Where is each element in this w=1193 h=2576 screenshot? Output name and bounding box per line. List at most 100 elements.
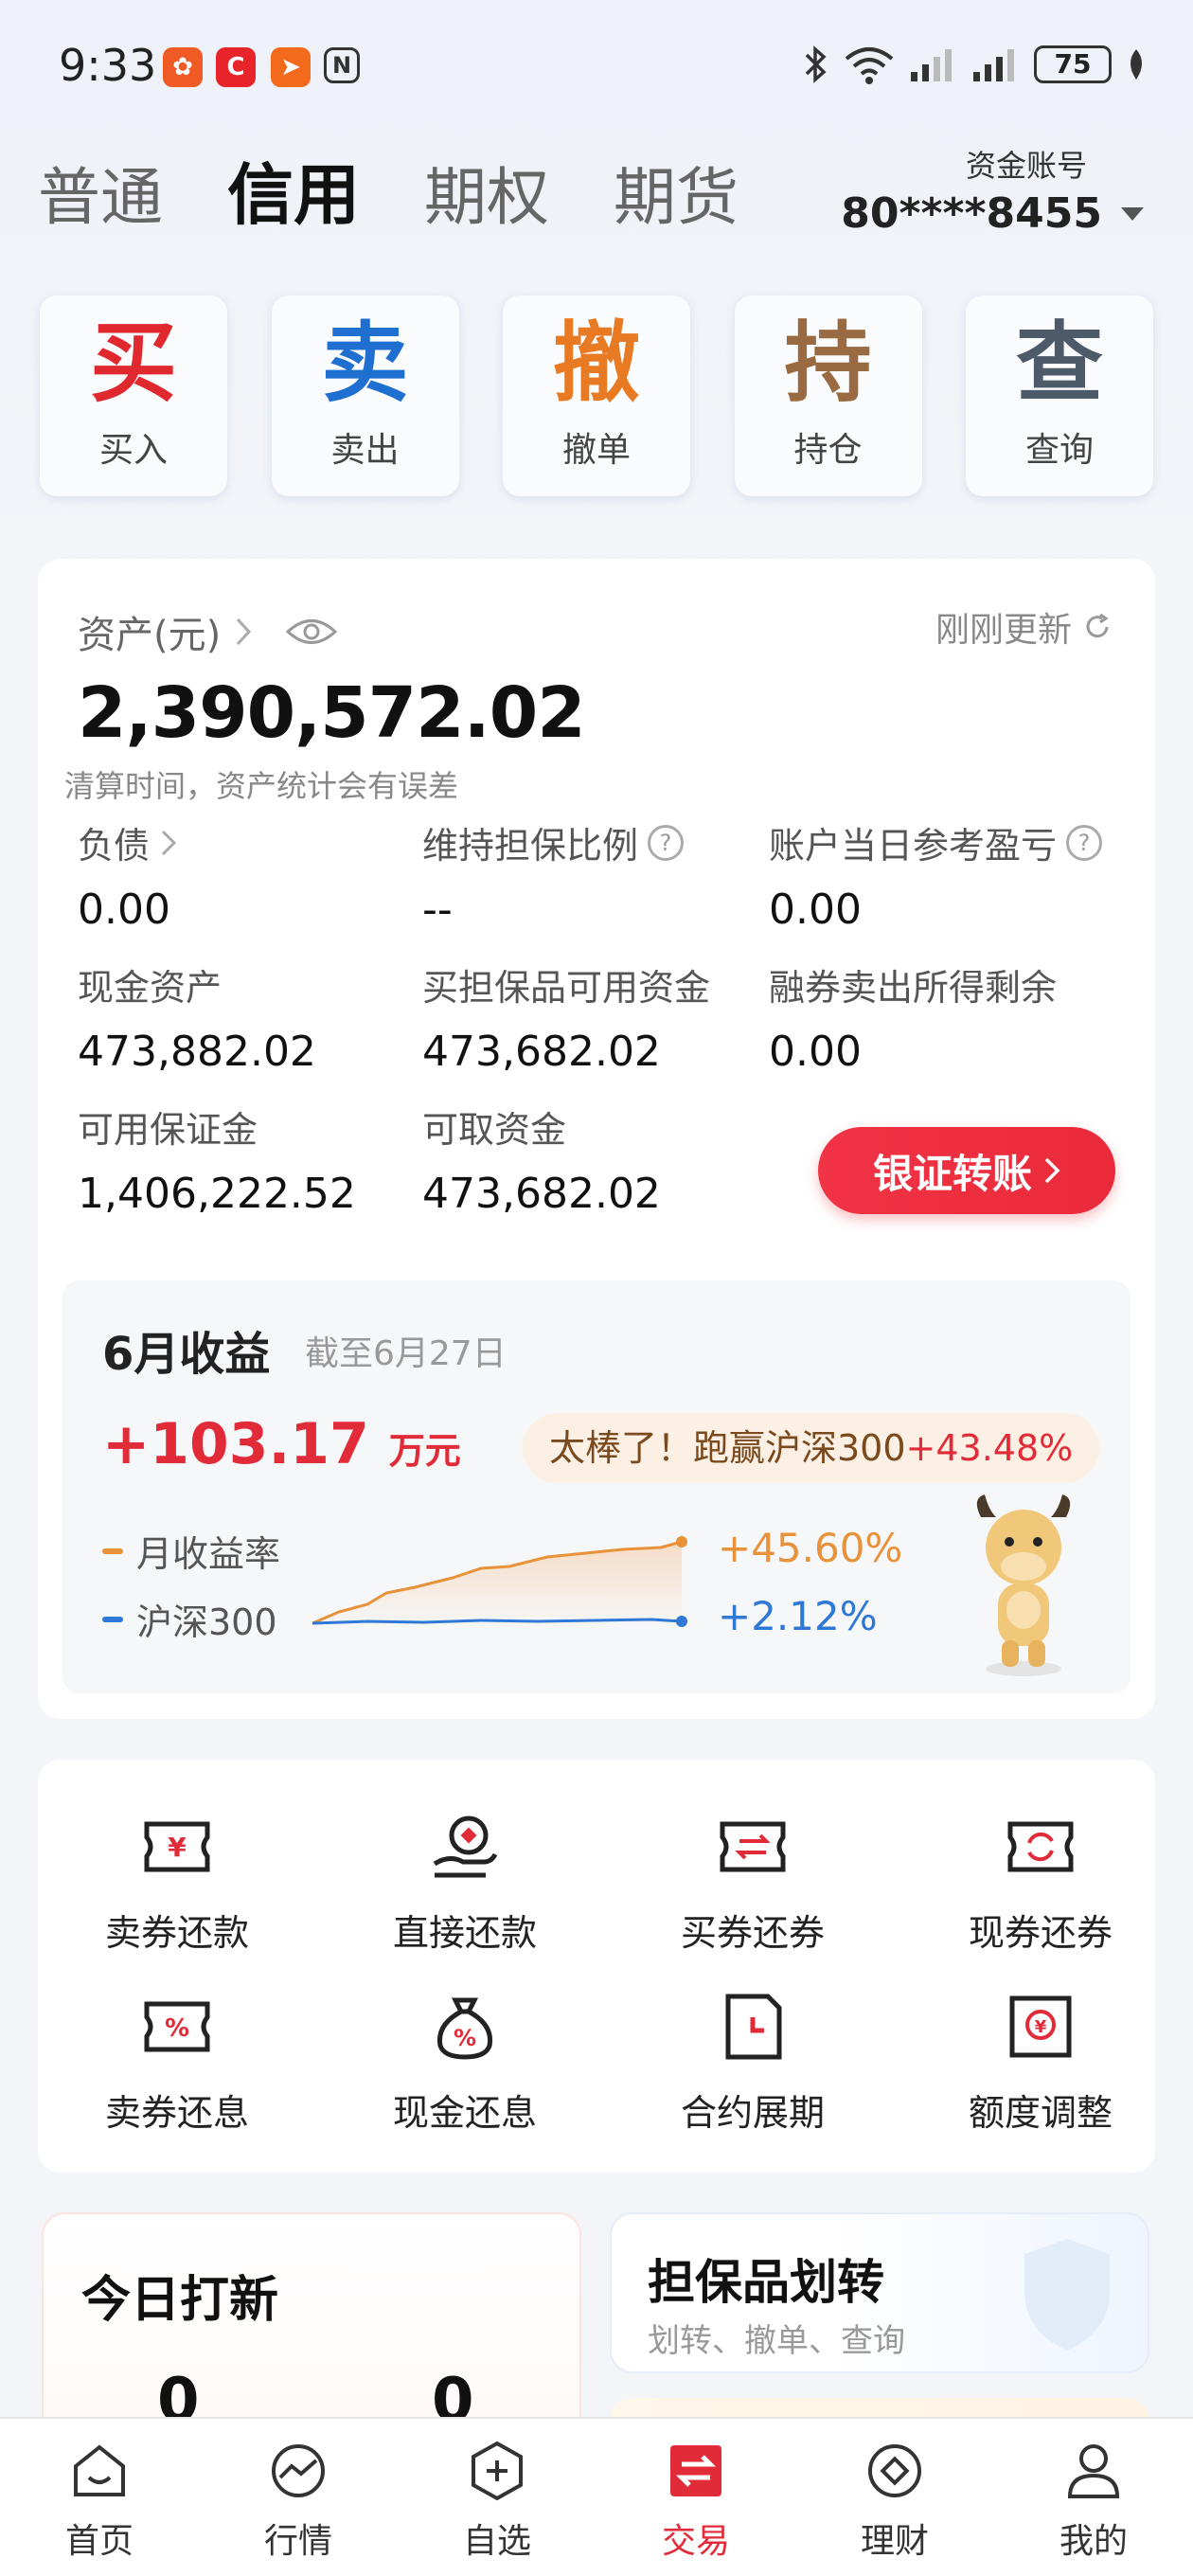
limit-adjust-button[interactable]: ¥ 额度调整 xyxy=(932,1991,1149,2136)
income-unit: 万元 xyxy=(388,1430,461,1472)
status-bar: 9:33 ✿ C ➤ N 75 xyxy=(0,0,1193,133)
profile-icon xyxy=(1067,2444,1120,2498)
svg-text:¥: ¥ xyxy=(168,1832,187,1863)
ticket-exchange-icon xyxy=(720,1821,786,1872)
positions-button[interactable]: 持 持仓 xyxy=(734,295,922,496)
nav-wealth-label: 理财 xyxy=(860,2522,929,2561)
monthly-income-panel[interactable]: 6月收益 截至6月27日 +103.17 万元 太棒了！跑赢沪深300+43.4… xyxy=(62,1280,1131,1693)
collateral-funds-value: 473,682.02 xyxy=(422,1028,661,1076)
account-label: 资金账号 xyxy=(965,148,1087,184)
tab-options[interactable]: 期权 xyxy=(424,147,549,238)
legend-swatch xyxy=(102,1616,123,1622)
contract-extension-button[interactable]: 合约展期 xyxy=(644,1991,862,2136)
asset-title-link[interactable]: 资产(元) xyxy=(78,604,338,659)
direct-repay-button[interactable]: 直接还款 xyxy=(356,1811,574,1956)
refresh-button[interactable]: 刚刚更新 xyxy=(935,602,1112,652)
positions-label: 持仓 xyxy=(793,431,863,470)
help-icon[interactable]: ? xyxy=(648,824,685,861)
daily-pnl-item: 账户当日参考盈亏 ? 0.00 xyxy=(769,816,1103,934)
limit-adjust-label: 额度调整 xyxy=(968,2092,1113,2134)
cancel-glyph: 撤 xyxy=(552,313,640,414)
nav-home[interactable]: 首页 xyxy=(0,2419,199,2576)
legend-monthly-return: 月收益率 xyxy=(102,1525,280,1577)
contract-extension-label: 合约展期 xyxy=(680,2092,825,2134)
app-notification-icon: ➤ xyxy=(271,47,311,87)
wealth-icon xyxy=(868,2444,921,2497)
nav-home-label: 首页 xyxy=(64,2522,134,2561)
liabilities-item[interactable]: 负债 0.00 xyxy=(78,816,178,934)
asset-card: 资产(元) 刚刚更新 2,390,572.02 清算时间，资产统计会有误差 负债… xyxy=(38,559,1155,1719)
leaf-icon xyxy=(1131,49,1142,80)
csi300-value: +2.12% xyxy=(718,1593,878,1639)
outperform-bubble: 太棒了！跑赢沪深300+43.48% xyxy=(523,1413,1100,1483)
quick-actions: 买 买入 卖 卖出 撤 撤单 持 持仓 查 查询 xyxy=(40,295,1153,496)
sell-to-repay-button[interactable]: ¥ 卖券还款 xyxy=(68,1811,286,1956)
sell-to-repay-label: 卖券还款 xyxy=(104,1912,249,1954)
income-amount-row: +103.17 万元 xyxy=(102,1411,461,1477)
bank-transfer-button[interactable]: 银证转账 xyxy=(818,1127,1115,1214)
sell-button[interactable]: 卖 卖出 xyxy=(271,295,459,496)
positions-glyph: 持 xyxy=(784,313,872,414)
tab-credit[interactable]: 信用 xyxy=(227,142,360,238)
available-margin-item: 可用保证金 1,406,222.52 xyxy=(78,1100,356,1218)
buy-to-return-button[interactable]: 买券还券 xyxy=(644,1811,862,1956)
account-number: 80****8455 xyxy=(841,189,1102,238)
withdrawable-funds-item: 可取资金 473,682.02 xyxy=(422,1100,661,1218)
svg-text:¥: ¥ xyxy=(1035,2017,1047,2037)
nfc-icon: N xyxy=(324,47,360,83)
buy-button[interactable]: 买 买入 xyxy=(40,295,227,496)
short-sale-proceeds-label: 融券卖出所得剩余 xyxy=(769,967,1058,1009)
nav-market-label: 行情 xyxy=(263,2522,332,2561)
ticket-refresh-icon xyxy=(1007,1821,1074,1872)
csi300-endpoint xyxy=(676,1616,687,1627)
watchlist-add-icon xyxy=(472,2441,523,2501)
monthly-return-area xyxy=(312,1542,682,1627)
cash-pay-interest-label: 现金还息 xyxy=(392,2092,537,2134)
nav-trade[interactable]: 交易 xyxy=(596,2419,795,2576)
spot-return-label: 现券还券 xyxy=(968,1912,1113,1954)
status-time: 9:33 xyxy=(59,40,157,91)
sell-label: 卖出 xyxy=(330,431,400,470)
nav-profile[interactable]: 我的 xyxy=(994,2419,1193,2576)
direct-repay-label: 直接还款 xyxy=(392,1912,537,1954)
bank-transfer-label: 银证转账 xyxy=(872,1150,1032,1197)
legend-swatch xyxy=(102,1547,123,1554)
income-date: 截至6月27日 xyxy=(305,1334,507,1373)
spot-return-button[interactable]: 现券还券 xyxy=(932,1811,1149,1956)
cash-assets-label: 现金资产 xyxy=(78,967,223,1009)
bottom-nav: 首页 行情 自选 交易 理财 我的 xyxy=(0,2417,1193,2576)
available-margin-value: 1,406,222.52 xyxy=(78,1170,356,1218)
settlement-note: 清算时间，资产统计会有误差 xyxy=(64,768,459,804)
refresh-icon xyxy=(1086,613,1109,638)
dropdown-caret-icon xyxy=(1121,206,1144,221)
credit-tools-card: ¥ 卖券还款 直接还款 买券还券 现券还券 % 卖券还息 % 现金还息 合约展期… xyxy=(38,1760,1155,2173)
buy-label: 买入 xyxy=(98,431,168,470)
eye-icon[interactable] xyxy=(285,616,338,648)
cash-pay-interest-button[interactable]: % 现金还息 xyxy=(356,1991,574,2136)
maintenance-ratio-value: -- xyxy=(422,886,453,934)
cancel-order-button[interactable]: 撤 撤单 xyxy=(503,295,690,496)
income-amount: +103.17 xyxy=(102,1411,369,1477)
liabilities-value: 0.00 xyxy=(78,886,170,934)
tab-futures[interactable]: 期货 xyxy=(614,147,739,238)
cash-assets-value: 473,882.02 xyxy=(78,1028,316,1076)
chevron-right-icon xyxy=(1044,1157,1060,1184)
svg-text:%: % xyxy=(165,2014,189,2043)
nav-wealth[interactable]: 理财 xyxy=(795,2419,994,2576)
nav-watchlist[interactable]: 自选 xyxy=(398,2419,596,2576)
wifi-icon xyxy=(845,47,894,84)
status-right: 75 xyxy=(803,44,1148,85)
nav-trade-label: 交易 xyxy=(661,2522,730,2561)
nav-profile-label: 我的 xyxy=(1059,2522,1128,2561)
nav-market[interactable]: 行情 xyxy=(199,2419,398,2576)
help-icon[interactable]: ? xyxy=(1066,824,1103,861)
sell-to-pay-interest-button[interactable]: % 卖券还息 xyxy=(68,1991,286,2136)
tab-normal[interactable]: 普通 xyxy=(38,147,163,238)
query-button[interactable]: 查 查询 xyxy=(966,295,1153,496)
collateral-transfer-card[interactable]: 担保品划转 划转、撤单、查询 xyxy=(610,2212,1149,2373)
buy-to-return-label: 买券还券 xyxy=(680,1912,825,1954)
maintenance-ratio-item: 维持担保比例 ? -- xyxy=(422,816,685,934)
account-selector[interactable]: 资金账号 80****8455 xyxy=(841,142,1144,238)
sell-glyph: 卖 xyxy=(321,313,409,414)
svg-text:%: % xyxy=(454,2025,476,2051)
